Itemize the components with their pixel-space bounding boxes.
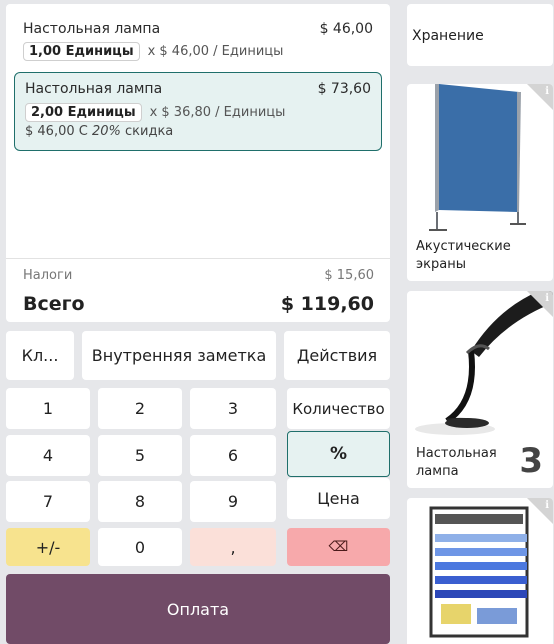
product-name: Акустические экраны xyxy=(416,239,511,272)
numpad-key-5[interactable]: 5 xyxy=(98,435,182,476)
discount-percent: 20% xyxy=(91,124,121,139)
numpad-key-9[interactable]: 9 xyxy=(190,481,276,522)
comma-button[interactable]: , xyxy=(190,528,276,566)
backspace-button[interactable]: ⌫ xyxy=(287,528,390,566)
product-count-badge: 3 xyxy=(519,441,543,481)
numpad-key-3[interactable]: 3 xyxy=(190,388,276,429)
info-icon[interactable]: i xyxy=(545,293,549,304)
numpad-key-1[interactable]: 1 xyxy=(6,388,90,429)
taxes-label: Налоги xyxy=(23,268,73,283)
order-line-unit-price: x $ 36,80 / Единицы xyxy=(149,105,286,120)
price-mode-button[interactable]: Цена xyxy=(287,478,390,519)
numpad-key-4[interactable]: 4 xyxy=(6,435,90,476)
order-line-qty: 1,00 Единицы xyxy=(23,42,140,61)
order-line-name: Настольная лампа xyxy=(23,21,161,37)
actions-button[interactable]: Действия xyxy=(284,331,390,380)
order-line-price: $ 46,00 xyxy=(319,21,373,37)
total-value: $ 119,60 xyxy=(280,293,374,315)
taxes-value: $ 15,60 xyxy=(324,268,374,283)
discount-mode-button[interactable]: % xyxy=(287,431,390,477)
numpad-key-7[interactable]: 7 xyxy=(6,481,90,522)
order-line-name: Настольная лампа xyxy=(25,81,163,97)
info-corner[interactable] xyxy=(527,291,553,317)
product-card[interactable]: i Акустические экраны xyxy=(407,84,553,281)
order-line-selected[interactable]: Настольная лампа $ 73,60 2,00 Единицы x … xyxy=(14,72,382,151)
order-line-qty: 2,00 Единицы xyxy=(25,103,142,122)
order-line-price: $ 73,60 xyxy=(317,81,371,97)
order-line-unit-price: x $ 46,00 / Единицы xyxy=(147,44,284,59)
order-line-qty-row: 1,00 Единицы x $ 46,00 / Единицы xyxy=(23,42,283,61)
order-panel: Настольная лампа $ 46,00 1,00 Единицы x … xyxy=(6,4,390,322)
quantity-mode-button[interactable]: Количество xyxy=(287,388,390,429)
total-label: Всего xyxy=(23,293,85,315)
product-card[interactable]: i Настольная лампа 3 xyxy=(407,291,553,488)
plus-minus-button[interactable]: +/- xyxy=(6,528,90,566)
discount-prefix: $ 46,00 С xyxy=(25,124,92,139)
customer-button[interactable]: Кл... xyxy=(6,331,74,380)
category-card[interactable]: Хранение xyxy=(407,4,553,66)
numpad-key-0[interactable]: 0 xyxy=(98,528,182,566)
product-card[interactable]: i xyxy=(407,498,553,644)
numpad-key-6[interactable]: 6 xyxy=(190,435,276,476)
info-icon[interactable]: i xyxy=(545,86,549,97)
payment-button[interactable]: Оплата xyxy=(6,574,390,644)
order-line[interactable]: Настольная лампа $ 46,00 1,00 Единицы x … xyxy=(14,12,382,68)
info-corner[interactable] xyxy=(527,498,553,524)
numpad-key-8[interactable]: 8 xyxy=(98,481,182,522)
discount-suffix: скидка xyxy=(120,124,174,139)
backspace-icon: ⌫ xyxy=(328,539,349,555)
category-name: Хранение xyxy=(412,28,484,44)
info-icon[interactable]: i xyxy=(545,500,549,511)
order-line-qty-row: 2,00 Единицы x $ 36,80 / Единицы xyxy=(25,103,285,122)
order-line-discount: $ 46,00 С 20% скидка xyxy=(25,124,173,139)
numpad-key-2[interactable]: 2 xyxy=(98,388,182,429)
order-divider xyxy=(6,258,390,259)
internal-note-button[interactable]: Внутренняя заметка xyxy=(82,331,276,380)
product-name: Настольная лампа xyxy=(416,446,497,479)
info-corner[interactable] xyxy=(527,84,553,110)
